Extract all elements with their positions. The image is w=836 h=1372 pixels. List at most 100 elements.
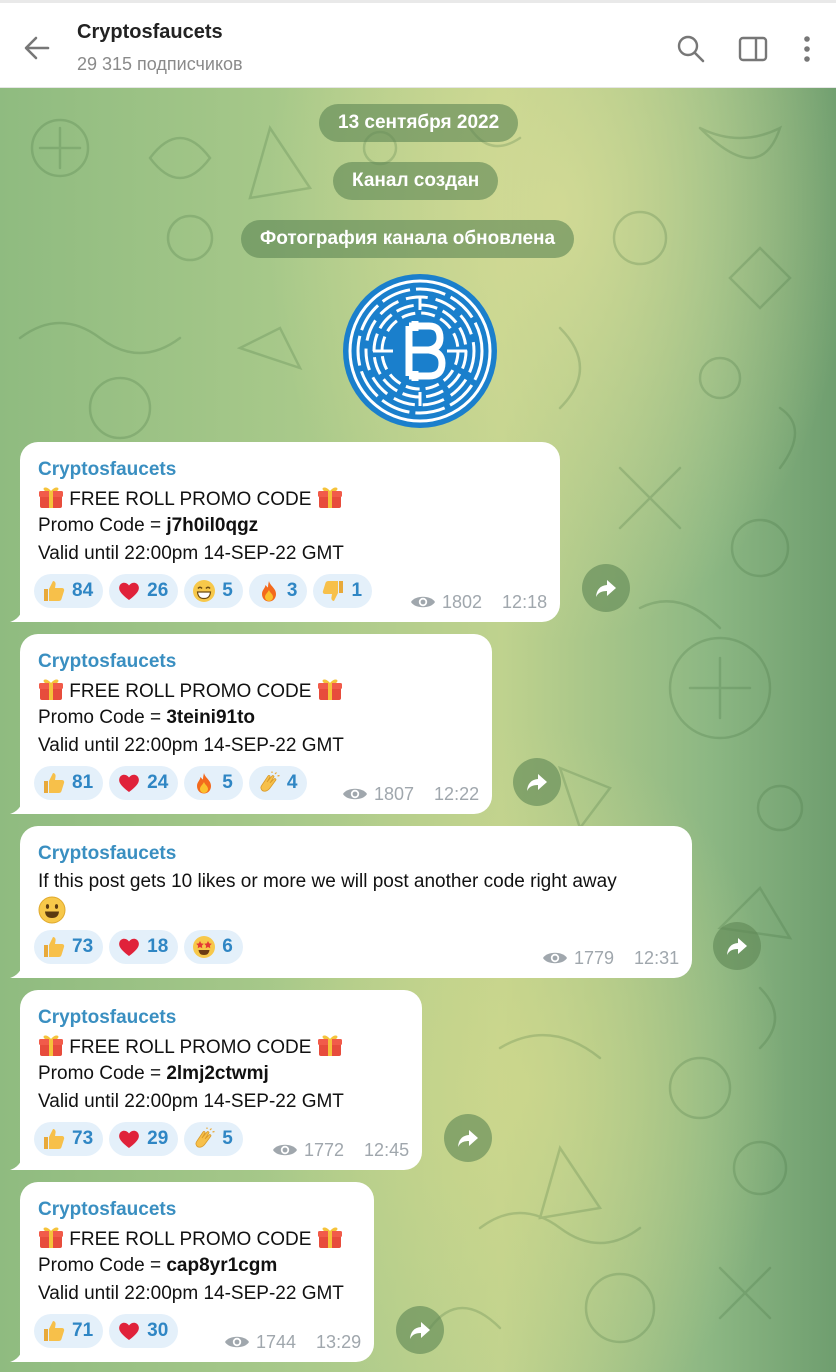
reaction-heart[interactable]: 26 [109,574,179,608]
reaction-thumbs-up[interactable]: 71 [34,1314,104,1348]
reaction-heart[interactable]: 24 [109,766,179,800]
reaction-thumbs-down[interactable]: 1 [313,574,373,608]
service-channel-created: Канал создан [333,162,499,200]
thumbs-up-icon [42,935,66,959]
heart-icon [117,771,141,795]
post-time: 12:45 [364,1139,410,1160]
post-title: FREE ROLL PROMO CODE [69,681,312,702]
post-sender[interactable]: Cryptosfaucets [38,456,542,484]
share-icon [525,770,549,794]
reaction-count: 5 [222,580,233,601]
promo-code[interactable]: cap8yr1cgm [166,1255,277,1276]
reaction-bar: 73 29 5 [34,1122,243,1156]
share-button[interactable] [396,1306,444,1354]
reaction-thumbs-up[interactable]: 73 [34,1122,104,1156]
post-title: FREE ROLL PROMO CODE [69,1037,312,1058]
share-icon [594,576,618,600]
reaction-heart[interactable]: 30 [109,1314,179,1348]
thumbs-up-icon [42,771,66,795]
service-photo-updated: Фотография канала обновлена [241,220,575,258]
post-meta: 1772 12:45 [272,1138,409,1162]
bubble-tail [10,1154,24,1170]
reaction-bar: 71 30 [34,1314,179,1348]
promo-code[interactable]: j7h0il0qgz [166,515,258,536]
channel-title[interactable]: Cryptosfaucets [77,21,223,44]
channel-post[interactable]: Cryptosfaucets FREE ROLL PROMO CODE Prom… [20,442,560,622]
view-count: 1744 [256,1331,297,1352]
promo-label: Promo Code = [38,1255,167,1276]
post-time: 13:29 [316,1331,362,1352]
post-sender[interactable]: Cryptosfaucets [38,840,674,868]
reaction-heart[interactable]: 29 [109,1122,179,1156]
reaction-thumbs-up[interactable]: 84 [34,574,104,608]
reaction-clap[interactable]: 5 [184,1122,243,1156]
valid-until: Valid until 22:00pm 14-SEP-22 GMT [38,543,344,564]
fire-icon [192,771,216,795]
more-vertical-icon[interactable] [796,33,818,65]
reaction-bar: 81 24 5 4 [34,766,308,800]
view-count: 1772 [304,1139,345,1160]
thumbs-up-icon [42,579,66,603]
eye-icon [224,1333,250,1351]
channel-post[interactable]: Cryptosfaucets If this post gets 10 like… [20,826,692,978]
share-button[interactable] [444,1114,492,1162]
reaction-fire[interactable]: 5 [184,766,243,800]
post-sender[interactable]: Cryptosfaucets [38,1196,356,1224]
reaction-grin[interactable]: 5 [184,574,243,608]
sidebar-panel-icon[interactable] [737,33,769,65]
promo-code[interactable]: 2lmj2ctwmj [166,1063,268,1084]
share-button[interactable] [582,564,630,612]
search-icon[interactable] [675,33,707,65]
view-count: 1779 [574,947,615,968]
heart-icon [117,1127,141,1151]
post-emoji-line [38,896,674,924]
clap-icon [257,771,281,795]
post-meta: 1807 12:22 [342,782,479,806]
valid-until: Valid until 22:00pm 14-SEP-22 GMT [38,735,344,756]
back-arrow-icon[interactable] [20,31,54,65]
channel-post[interactable]: Cryptosfaucets FREE ROLL PROMO CODE Prom… [20,1182,374,1362]
reaction-count: 5 [222,772,233,793]
post-sender[interactable]: Cryptosfaucets [38,648,474,676]
post-title-line: FREE ROLL PROMO CODE [38,676,474,704]
view-count: 1802 [442,591,483,612]
reaction-bar: 84 26 5 3 1 [34,574,373,608]
reaction-fire[interactable]: 3 [248,574,308,608]
share-icon [408,1318,432,1342]
share-icon [456,1126,480,1150]
gift-icon [38,676,64,702]
reaction-count: 30 [147,1320,169,1341]
gift-icon [317,1032,343,1058]
share-icon [725,934,749,958]
reaction-thumbs-up[interactable]: 73 [34,930,104,964]
reaction-count: 84 [72,580,94,601]
valid-until: Valid until 22:00pm 14-SEP-22 GMT [38,1091,344,1112]
reaction-clap[interactable]: 4 [248,766,308,800]
eye-icon [410,593,436,611]
gift-icon [38,1224,64,1250]
share-button[interactable] [513,758,561,806]
bubble-tail [10,606,24,622]
gift-icon [38,1032,64,1058]
channel-post[interactable]: Cryptosfaucets FREE ROLL PROMO CODE Prom… [20,990,422,1170]
heart-icon [117,1319,141,1343]
promo-line: Promo Code = 3teini91to [38,704,474,732]
post-title-line: FREE ROLL PROMO CODE [38,1224,356,1252]
eye-icon [272,1141,298,1159]
post-sender[interactable]: Cryptosfaucets [38,1004,404,1032]
chat-area[interactable]: 13 сентября 2022 Канал создан Фотография… [0,88,836,1372]
promo-code[interactable]: 3teini91to [166,707,255,728]
reaction-heart[interactable]: 18 [109,930,179,964]
reaction-star-struck[interactable]: 6 [184,930,243,964]
share-button[interactable] [713,922,761,970]
post-title: FREE ROLL PROMO CODE [69,1229,312,1250]
reaction-thumbs-up[interactable]: 81 [34,766,104,800]
gift-icon [38,484,64,510]
reaction-count: 24 [147,772,169,793]
promo-line: Promo Code = j7h0il0qgz [38,512,542,540]
post-title-line: FREE ROLL PROMO CODE [38,1032,404,1060]
reaction-count: 26 [147,580,169,601]
channel-avatar[interactable] [343,274,497,428]
grin-icon [192,579,216,603]
channel-post[interactable]: Cryptosfaucets FREE ROLL PROMO CODE Prom… [20,634,492,814]
